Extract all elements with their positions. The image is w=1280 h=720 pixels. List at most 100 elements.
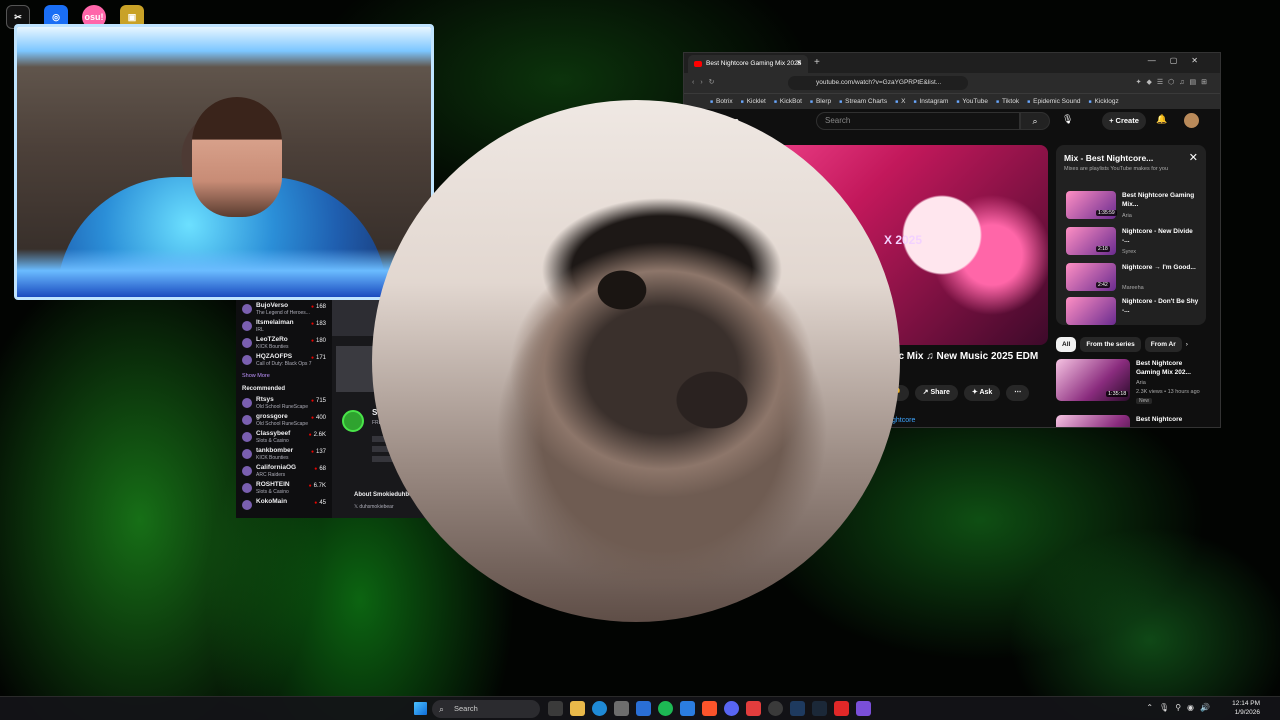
new-tab-icon[interactable]: +	[814, 55, 820, 71]
about-heading: About Smokieduhbe	[354, 492, 413, 498]
obs-icon[interactable]	[768, 701, 783, 716]
viewer-count: 2.6K	[309, 432, 326, 438]
avatar	[242, 338, 252, 348]
chip-from[interactable]: From Ar	[1144, 337, 1182, 352]
mix-title: Mix - Best Nightcore...	[1064, 153, 1154, 163]
app-icon[interactable]	[834, 701, 849, 716]
ask-button[interactable]: ✦ Ask	[963, 385, 1001, 401]
duration: 2:18	[1096, 246, 1110, 252]
video-overlay-text: X 2025	[884, 233, 923, 247]
app-icon[interactable]	[746, 701, 761, 716]
thumbnail	[1056, 415, 1130, 427]
task-view-icon[interactable]	[548, 701, 563, 716]
item-title: Nightcore → I'm Good...	[1122, 264, 1196, 271]
playlist-item[interactable]: 1:35:59 Best Nightcore Gaming Mix... Aria	[1066, 191, 1201, 225]
ask-label: Ask	[979, 389, 993, 396]
file-explorer-icon[interactable]	[570, 701, 585, 716]
share-label: Share	[930, 389, 950, 396]
search-input[interactable]: Search	[816, 112, 1020, 130]
close-tab-icon[interactable]: ✕	[796, 55, 802, 73]
brave-icon[interactable]	[702, 701, 717, 716]
playlist-item[interactable]: Nightcore - Don't Be Shy -...	[1066, 297, 1201, 325]
viewer-count: 45	[314, 500, 326, 506]
share-button[interactable]: ↗ Share	[914, 385, 958, 401]
duration: 1:35:59	[1096, 210, 1117, 216]
playlist-item[interactable]: 2:42 Nightcore → I'm Good... Mareeha	[1066, 263, 1201, 297]
url-input[interactable]: youtube.com/watch?v=GzaYGPRPtE&list...	[788, 76, 968, 90]
app-icon[interactable]	[856, 701, 871, 716]
new-badge: New	[1136, 398, 1153, 404]
viewer-count: 183	[311, 321, 326, 327]
chevron-right-icon[interactable]: ›	[1186, 341, 1188, 348]
avatar	[242, 449, 252, 459]
clock-date: 1/9/2026	[1234, 709, 1260, 716]
bookmark[interactable]: Epidemic Sound	[1027, 98, 1080, 105]
clock-time: 12:14 PM	[1232, 700, 1260, 707]
bookmark[interactable]: Kicklogz	[1088, 98, 1118, 105]
channel-link[interactable]: ghtcore	[892, 417, 915, 424]
edge-icon[interactable]	[592, 701, 607, 716]
search-label: Search	[454, 704, 478, 713]
app-icon[interactable]	[790, 701, 805, 716]
streamer-head	[192, 97, 282, 217]
create-label: Create	[1115, 116, 1139, 125]
bookmark[interactable]: Kicklet	[741, 98, 766, 105]
item-title: Nightcore - New Divide -...	[1122, 228, 1193, 244]
taskbar: ⌕ Search ⌃🎙⚲◉🔊 12:14 PM 1/9/2026	[0, 696, 1280, 720]
search-icon[interactable]: ⌕	[1020, 112, 1050, 130]
avatar	[242, 304, 252, 314]
avatar	[242, 398, 252, 408]
avatar[interactable]	[1184, 113, 1199, 128]
duration: 2:42	[1096, 282, 1110, 288]
stream-thumbnail	[336, 346, 376, 392]
avatar	[242, 355, 252, 365]
more-icon[interactable]: ⋯	[1006, 385, 1030, 401]
bookmark[interactable]: Tiktok	[996, 98, 1019, 105]
xbox-icon[interactable]	[658, 701, 673, 716]
frost-border-top	[17, 27, 431, 67]
close-icon[interactable]: ✕	[1189, 151, 1198, 164]
clock[interactable]: 12:14 PM 1/9/2026	[1232, 699, 1260, 717]
bookmark[interactable]: YouTube	[956, 98, 988, 105]
avatar	[242, 432, 252, 442]
youtube-icon	[694, 61, 702, 67]
bookmark[interactable]: Blerp	[810, 98, 831, 105]
app-icon[interactable]	[680, 701, 695, 716]
channel-avatar[interactable]	[342, 410, 364, 432]
system-tray-icons[interactable]: ⌃🎙⚲◉🔊	[1146, 703, 1216, 712]
bookmark[interactable]: X	[895, 98, 905, 105]
bookmark[interactable]: Instagram	[913, 98, 948, 105]
app-icon[interactable]	[636, 701, 651, 716]
bookmarks-bar: Botrix Kicklet KickBot Blerp Stream Charts X I…	[684, 93, 1220, 109]
social-link[interactable]: 𝕏 duhsmokiebear	[354, 504, 394, 510]
raccoon-overlay	[372, 100, 900, 622]
discord-icon[interactable]	[724, 701, 739, 716]
app-icon[interactable]	[614, 701, 629, 716]
steam-icon[interactable]	[812, 701, 827, 716]
browser-tab[interactable]: Best Nightcore Gaming Mix 2025 ✕	[688, 55, 808, 73]
mix-subtitle: Mixes are playlists YouTube makes for yo…	[1064, 166, 1169, 172]
chip-all[interactable]: All	[1056, 337, 1077, 352]
nav-arrows-icon[interactable]: ‹›↻	[692, 73, 721, 93]
item-title: Best Nightcore Gaming Mix...	[1122, 192, 1195, 208]
bookmark[interactable]: Stream Charts	[839, 98, 887, 105]
video-title: Best Nightcore	[1136, 416, 1183, 423]
window-controls[interactable]: —▢✕	[1148, 56, 1212, 65]
playlist-item[interactable]: 2:18 Nightcore - New Divide -... Syrex	[1066, 227, 1201, 261]
bell-icon[interactable]: 🔔	[1156, 114, 1167, 125]
recommended-video[interactable]: 1:35:18 Best Nightcore Gaming Mix 202...…	[1056, 359, 1206, 411]
avatar	[242, 500, 252, 510]
taskbar-search[interactable]: ⌕ Search	[432, 700, 540, 718]
bookmark[interactable]: KickBot	[774, 98, 802, 105]
extension-icons[interactable]: ✦◆☰⬡♫▤⊞	[1136, 78, 1212, 88]
chip-series[interactable]: From the series	[1080, 337, 1141, 352]
social-handle: duhsmokiebear	[359, 504, 394, 510]
bookmark[interactable]: Botrix	[710, 98, 733, 105]
viewer-count: 137	[311, 449, 326, 455]
start-button[interactable]	[414, 702, 427, 715]
mic-icon[interactable]: 🎙	[1062, 114, 1073, 125]
recommended-video[interactable]: Best Nightcore	[1056, 415, 1206, 427]
video-meta: 2.3K views • 13 hours ago	[1136, 389, 1200, 395]
frost-border-bottom	[17, 249, 431, 297]
create-button[interactable]: + Create	[1102, 112, 1146, 130]
